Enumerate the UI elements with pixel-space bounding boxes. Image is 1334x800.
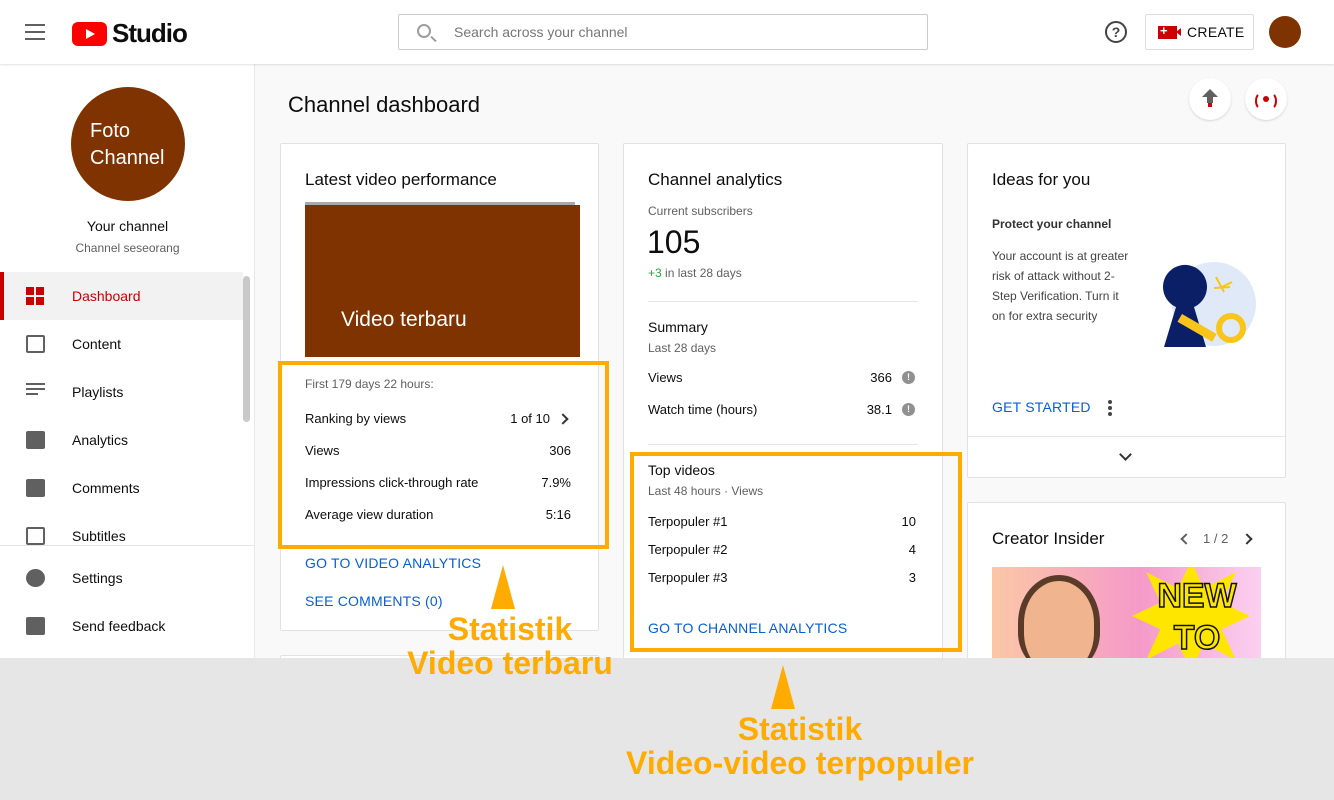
card-title: Latest video performance [305,170,497,189]
playlist-icon [26,383,45,401]
sidebar-item-content[interactable]: Content [0,320,243,368]
page-title: Channel dashboard [288,92,481,117]
card-title: Ideas for you [992,170,1091,189]
top-bar: Studio ? CREATE [0,0,1334,64]
upload-icon [1202,89,1218,107]
see-comments-link[interactable]: SEE COMMENTS (0) [305,593,443,609]
summary-label: Views [648,370,683,385]
dashboard-icon [26,287,45,305]
sidebar-item-label: Comments [72,480,140,496]
gear-icon [26,569,45,587]
sidebar-item-playlists[interactable]: Playlists [0,368,243,416]
sidebar-item-label: Dashboard [72,288,141,304]
summary-label: Watch time (hours) [648,402,758,417]
presenter-face [1018,575,1100,658]
channel-photo[interactable]: Foto Channel [71,87,185,201]
summary-title: Summary [648,319,708,335]
sidebar-item-settings[interactable]: Settings [0,554,243,602]
more-options-icon[interactable] [1108,400,1112,418]
search-input[interactable] [454,22,904,42]
security-key-illustration [1163,262,1256,347]
hamburger-menu-icon[interactable] [25,24,45,40]
creator-insider-thumbnail[interactable]: NEW TO [992,567,1261,658]
create-label: CREATE [1187,24,1245,40]
sidebar-item-label: Subtitles [72,528,126,544]
youtube-play-icon [72,21,107,46]
annotation-line: Statistik [737,711,863,747]
video-library-icon [26,335,45,353]
divider [648,444,918,445]
feedback-icon [26,617,45,635]
sidebar-item-label: Content [72,336,122,352]
annotation-line: Statistik [447,611,573,647]
comment-icon [26,479,45,497]
go-live-button[interactable] [1245,78,1287,120]
live-broadcast-icon [1255,91,1277,110]
channel-subtitle: Channel seseorang [75,241,180,255]
sidebar-item-comments[interactable]: Comments [0,464,243,512]
upload-button[interactable] [1189,78,1231,120]
sidebar-item-subtitles[interactable]: Subtitles [0,512,243,560]
summary-period: Last 28 days [648,341,717,355]
divider [968,436,1285,437]
annotation-top-videos: Statistik Video-video terpopuler [600,712,1000,780]
bar-chart-icon [26,431,45,449]
search-bar[interactable] [398,14,928,50]
card-title: Creator Insider [992,529,1105,548]
sidebar-item-send-feedback[interactable]: Send feedback [0,602,243,650]
create-button[interactable]: CREATE [1145,14,1254,50]
creator-insider-card: Creator Insider 1 / 2 NEW TO [967,502,1286,658]
info-icon[interactable]: ! [902,371,915,384]
sidebar-item-label: Settings [72,570,123,586]
subscribers-label: Current subscribers [648,204,753,218]
idea-heading: Protect your channel [992,217,1112,231]
subscribers-change-suffix: in last 28 days [661,266,742,280]
chevron-right-icon[interactable] [1241,533,1253,545]
sidebar-item-analytics[interactable]: Analytics [0,416,243,464]
video-thumbnail[interactable]: Video terbaru [305,205,580,357]
pager-label: 1 / 2 [1203,531,1229,546]
help-icon[interactable]: ? [1105,21,1127,43]
highlight-top-videos [630,452,962,652]
idea-body: Your account is at greater risk of attac… [992,249,1129,323]
account-avatar[interactable] [1269,16,1301,48]
sidebar: Foto Channel Your channel Channel seseor… [0,64,255,658]
summary-value: 366 [870,370,892,385]
thumbnail-text: NEW TO [1157,576,1238,658]
annotation-line: Video terbaru [407,645,613,681]
studio-logo[interactable]: Studio [72,18,188,49]
sidebar-item-label: Analytics [72,432,129,448]
channel-name: Your channel [86,218,169,234]
go-to-video-analytics-link[interactable]: GO TO VIDEO ANALYTICS [305,555,481,571]
sidebar-item-label: Send feedback [72,618,166,634]
thumbnail-label: Video terbaru [341,308,467,331]
get-started-link[interactable]: GET STARTED [992,399,1091,415]
sidebar-item-dashboard[interactable]: Dashboard [0,272,243,320]
summary-value: 38.1 [866,402,892,417]
chevron-down-icon[interactable] [1119,448,1132,461]
subscribers-change: +3 in last 28 days [648,266,742,280]
studio-app: Studio ? CREATE Foto Channel Your channe… [0,0,1334,658]
sidebar-item-label: Playlists [72,384,124,400]
annotation-line: Video-video terpopuler [626,745,974,781]
create-video-icon [1158,23,1181,39]
annotation-latest-video: Statistik Video terbaru [380,612,640,680]
chevron-left-icon[interactable] [1180,533,1192,545]
sidebar-divider [0,545,255,546]
ideas-card: Ideas for you Protect your channel Your … [967,143,1286,478]
card-title: Channel analytics [648,170,783,189]
logo-text: Studio [112,18,188,48]
annotation-arrow-right [771,665,795,709]
subtitles-icon [26,527,45,545]
annotation-arrow-left [491,565,515,609]
sidebar-scrollbar[interactable] [243,276,250,422]
subscribers-change-value: +3 [648,266,662,280]
subscribers-count: 105 [647,224,701,260]
divider [648,301,918,302]
info-icon[interactable]: ! [902,403,915,416]
search-icon [417,24,431,38]
highlight-latest-video-stats [278,361,609,549]
